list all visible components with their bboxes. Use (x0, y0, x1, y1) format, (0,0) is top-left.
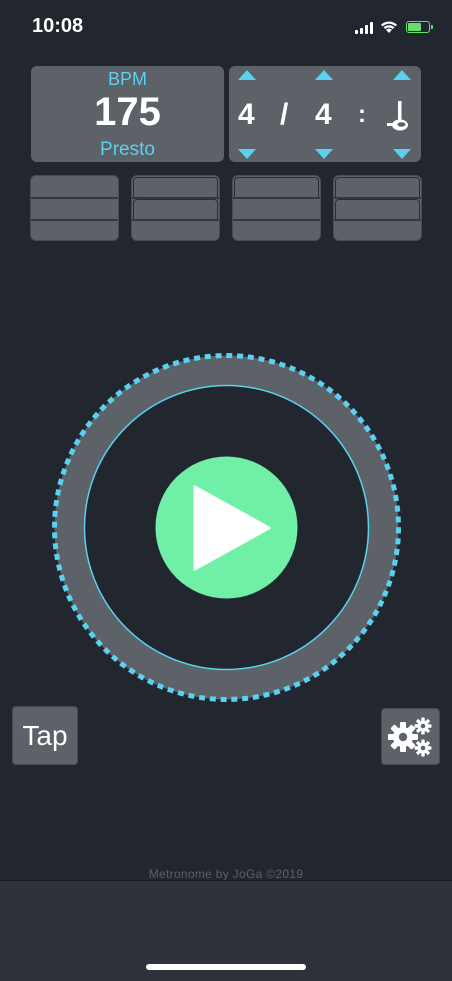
colon-separator: : (358, 101, 366, 128)
bpm-label: BPM (107, 69, 147, 89)
slash-separator: / (280, 98, 289, 131)
sound-option-1[interactable] (30, 175, 119, 241)
battery-fill (408, 23, 422, 31)
bpm-display[interactable]: BPM 175 Presto (31, 66, 224, 162)
wifi-icon (381, 21, 397, 33)
home-indicator[interactable] (146, 964, 306, 970)
subdivision-down-arrow-icon[interactable] (393, 149, 411, 159)
sound-option-3[interactable] (232, 175, 321, 241)
beats-down-arrow-icon[interactable] (238, 149, 256, 159)
beat-dial (52, 353, 401, 702)
settings-button[interactable] (381, 708, 440, 765)
time-signature-panel: 4 / 4 : (229, 66, 421, 162)
tempo-name: Presto (100, 139, 155, 160)
cellular-signal-icon (355, 22, 375, 34)
status-bar: 10:08 (0, 0, 452, 54)
beats-up-arrow-icon[interactable] (238, 70, 256, 80)
tap-tempo-button[interactable]: Tap (12, 706, 78, 765)
sound-option-4[interactable] (333, 175, 422, 241)
sound-option-2[interactable] (131, 175, 220, 241)
play-button[interactable] (155, 456, 298, 600)
subdivision-up-arrow-icon[interactable] (393, 70, 411, 80)
note-value: 4 (315, 98, 332, 131)
beats-value: 4 (238, 98, 255, 131)
note-value-up-arrow-icon[interactable] (315, 70, 333, 80)
quarter-note-icon (387, 101, 408, 131)
note-value-down-arrow-icon[interactable] (315, 149, 333, 159)
app-credit: Metronome by JoGa ©2019 (148, 867, 304, 881)
status-time: 10:08 (32, 15, 84, 37)
gears-icon (388, 717, 432, 757)
battery-icon (406, 21, 433, 33)
bpm-value: 175 (94, 90, 161, 134)
